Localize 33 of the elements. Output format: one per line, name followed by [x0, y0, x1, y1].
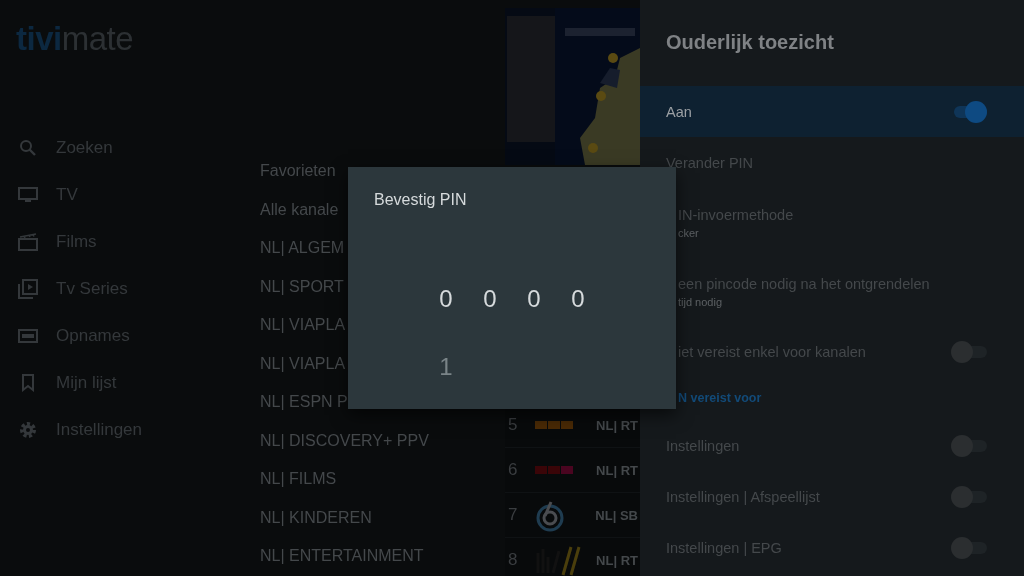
category-item[interactable]: NL| SPORT: [260, 267, 344, 306]
pin-digit[interactable]: 0: [438, 285, 454, 313]
category-item[interactable]: NL| VIAPLA: [260, 344, 346, 383]
pin-digit[interactable]: 0: [482, 285, 498, 313]
category-item[interactable]: Alle kanale: [260, 190, 339, 229]
pin-digit-option[interactable]: 1: [438, 353, 454, 381]
settings-icon: [18, 419, 38, 440]
clapperboard-icon: [18, 232, 38, 251]
category-item[interactable]: NL| ESPN P: [260, 383, 348, 422]
category-item[interactable]: Favorieten: [260, 152, 336, 191]
setting-value: tijd nodig: [677, 295, 724, 308]
channel-name: NL| RT: [596, 552, 638, 568]
channel-name: NL| RT: [596, 417, 638, 433]
monitor-icon: [18, 185, 38, 204]
setting-value: cker: [677, 226, 700, 239]
dvr-icon: [18, 328, 38, 343]
settings-row[interactable]: Aan: [640, 86, 1024, 137]
channel-name: NL| RT: [596, 462, 638, 478]
play-library-icon: [18, 278, 38, 299]
category-item[interactable]: NL| ALGEM: [260, 229, 345, 268]
channel-name: NL| SB: [595, 507, 638, 523]
category-item[interactable]: NL| VIAPLA: [260, 306, 346, 345]
pin-digit[interactable]: 0: [570, 285, 586, 313]
search-icon: [18, 138, 38, 157]
dialog-title: Bevestig PIN: [373, 190, 467, 209]
category-item[interactable]: NL| ENTERTAINMENT: [260, 537, 424, 576]
category-item[interactable]: NL| FILMS: [260, 460, 337, 499]
panel-title: Ouderlijk toezicht: [665, 30, 835, 55]
pin-digit[interactable]: 0: [526, 285, 542, 313]
section-header: N vereist voor: [677, 390, 763, 407]
setting-label: Aan: [666, 103, 692, 120]
category-item[interactable]: NL| KINDEREN: [260, 498, 372, 537]
category-item[interactable]: NL| DISCOVERY+ PPV: [260, 421, 429, 460]
